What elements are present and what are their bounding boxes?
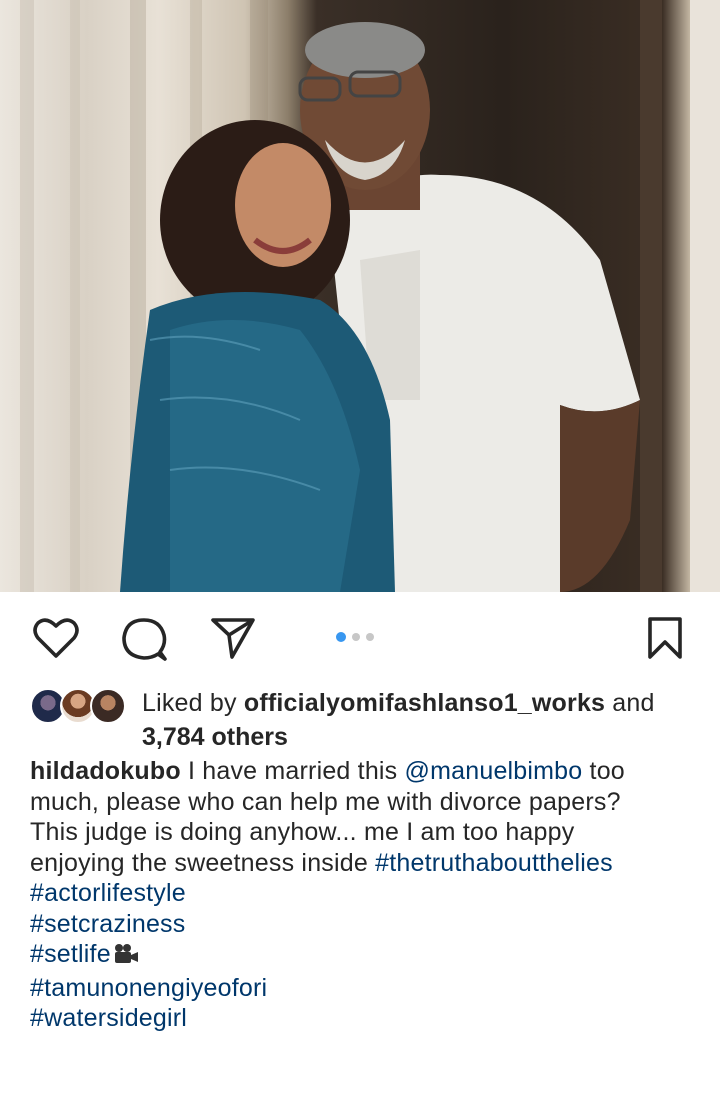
likes-middle: and [605,689,655,717]
hashtag-link[interactable]: #setcraziness [30,910,185,938]
liker-username[interactable]: officialyomifashlanso1_works [244,689,605,717]
caption-line-3: This judge is doing anyhow... me I am to… [30,818,575,846]
photo-illustration [20,0,720,592]
carousel-indicator [336,632,374,642]
likes-line: Liked by officialyomifashlanso1_works an… [142,686,712,720]
hashtag-line: #watersidegirl [30,1003,700,1034]
hashtag-line: #setcraziness [30,909,700,940]
carousel-dot [366,633,374,641]
hashtag-line: #setlife [30,939,700,973]
hashtag-link[interactable]: #tamunonengiyeofori [30,974,267,1002]
liker-avatars [30,686,130,726]
movie-camera-icon [113,942,139,973]
share-icon[interactable] [210,616,256,660]
hashtag-line: #actorlifestyle [30,878,700,909]
comment-icon[interactable] [120,616,168,662]
likes-count[interactable]: 3,784 others [142,720,288,754]
likes-prefix: Liked by [142,689,244,717]
post-photo[interactable] [0,0,720,592]
hashtag-link[interactable]: #thetruthaboutthelies [375,849,613,877]
carousel-dot [352,633,360,641]
caption-line-1: hildadokubo I have married this @manuelb… [30,756,700,787]
caption-line-2: much, please who can help me with divorc… [30,787,621,816]
post-caption: hildadokubo I have married this @manuelb… [30,756,700,1034]
carousel-dot-active [336,632,346,642]
caption-text: I have married this [180,757,405,785]
hashtag-link[interactable]: #actorlifestyle [30,879,186,907]
heart-icon[interactable] [32,616,80,660]
bookmark-icon[interactable] [646,616,684,660]
caption-text: enjoying the sweetness inside [30,848,376,877]
caption-text: too [582,757,625,785]
avatar[interactable] [90,688,126,724]
mention-link[interactable]: @manuelbimbo [405,757,583,785]
caption-username[interactable]: hildadokubo [30,757,181,785]
hashtag-line: #tamunonengiyeofori [30,973,700,1004]
hashtag-link[interactable]: #watersidegirl [30,1004,187,1032]
caption-line-4: enjoying the sweetness inside #thetrutha… [30,848,700,879]
hashtag-link[interactable]: #setlife [30,940,111,968]
